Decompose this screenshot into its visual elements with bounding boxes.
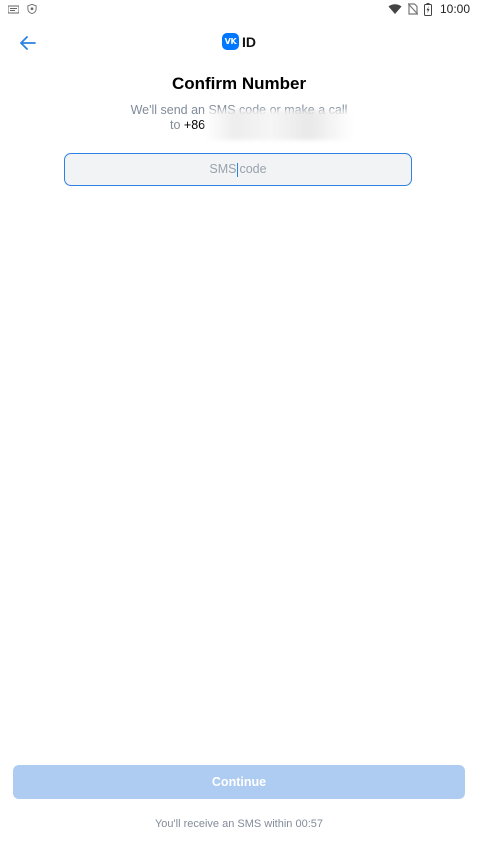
redacted-phone-mask [205, 110, 353, 140]
status-left [8, 4, 37, 14]
vk-id-logo: VK ID [222, 33, 256, 50]
logo-text: ID [242, 33, 256, 50]
phone-number: +86 [183, 118, 206, 132]
header: VK ID [0, 26, 478, 58]
placeholder-part-2: code [239, 162, 267, 177]
no-sim-icon [407, 3, 418, 15]
screen: 10:00 VK ID Confirm Number We'll send an… [0, 0, 478, 849]
status-bar: 10:00 [0, 0, 478, 20]
status-right: 10:00 [388, 2, 470, 16]
wifi-icon [388, 4, 402, 14]
sms-code-placeholder: SMS code [209, 162, 267, 177]
shield-icon [27, 4, 37, 14]
vk-logo-icon: VK [222, 33, 239, 50]
battery-icon [423, 2, 432, 16]
sms-code-input[interactable]: SMS code [64, 153, 412, 186]
phone-line: to +86 [170, 118, 205, 133]
notification-icon [8, 5, 19, 13]
phone-prefix: to [170, 118, 181, 132]
sms-timer-text: You'll receive an SMS within 00:57 [154, 818, 323, 830]
page-title: Confirm Number [171, 74, 307, 93]
arrow-left-icon [20, 36, 36, 50]
status-time: 10:00 [439, 2, 470, 16]
continue-button[interactable]: Continue [13, 765, 465, 799]
back-button[interactable] [14, 29, 42, 57]
placeholder-part-1: SMS [209, 162, 237, 177]
